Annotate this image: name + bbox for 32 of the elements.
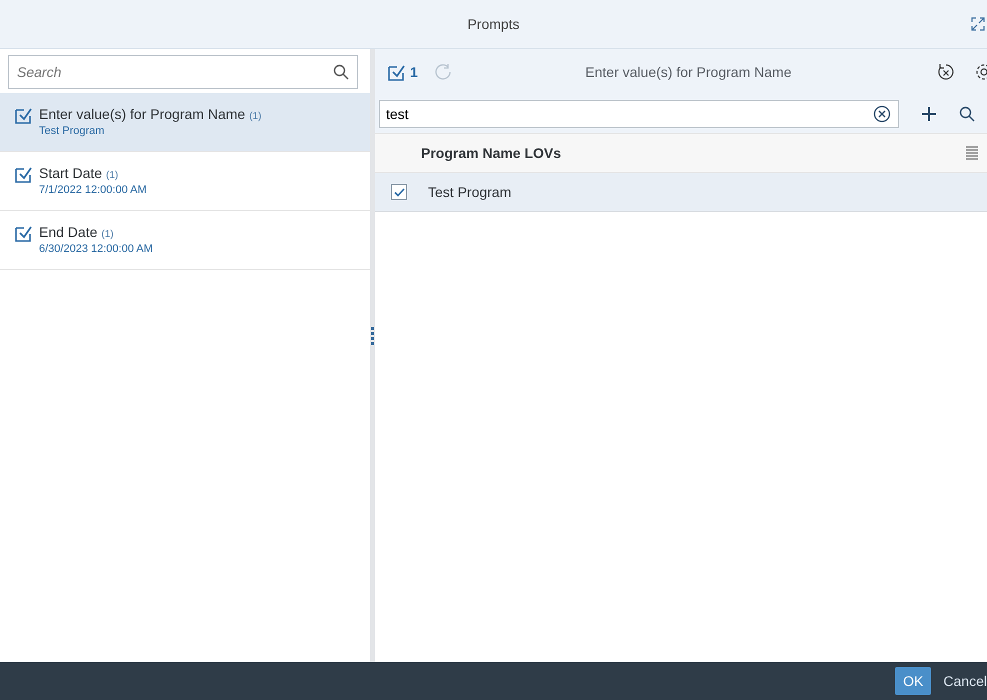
detail-title: Enter value(s) for Program Name xyxy=(584,64,792,80)
prompt-item[interactable]: Enter value(s) for Program Name (1) Test Program xyxy=(0,93,370,152)
prompt-value: Test Program xyxy=(39,125,106,137)
clear-icon[interactable] xyxy=(873,105,891,123)
selected-count-button[interactable]: 1 xyxy=(387,62,418,82)
search-field[interactable]: Search xyxy=(8,55,358,89)
prompt-title: End Date xyxy=(39,224,98,240)
prompt-title: Enter value(s) for Program Name xyxy=(39,106,246,122)
cancel-button[interactable]: Cancel xyxy=(935,667,987,695)
prompt-count: (1) xyxy=(101,229,114,240)
column-menu-icon[interactable] xyxy=(965,146,979,160)
expand-icon[interactable] xyxy=(971,17,985,31)
table-row[interactable]: Test Program xyxy=(375,173,987,212)
value-search-field[interactable]: test xyxy=(379,100,899,128)
selected-count: 1 xyxy=(410,64,418,80)
window-title: Prompts xyxy=(467,16,520,32)
checkbox-icon xyxy=(387,62,406,82)
search-icon[interactable] xyxy=(959,106,975,122)
row-checkbox[interactable] xyxy=(391,184,407,200)
prompt-count: (1) xyxy=(249,111,262,122)
prompt-value: 6/30/2023 12:00:00 AM xyxy=(39,243,153,255)
table-cell: Test Program xyxy=(428,184,512,200)
search-icon[interactable] xyxy=(333,64,349,80)
check-icon xyxy=(394,188,404,196)
clear-values-icon[interactable] xyxy=(937,63,955,81)
add-icon[interactable] xyxy=(921,106,937,122)
splitter-handle[interactable] xyxy=(370,49,375,662)
column-header: Program Name LOVs xyxy=(421,145,562,161)
grip-icon[interactable] xyxy=(371,326,374,344)
prompt-title: Start Date xyxy=(39,165,102,181)
prompt-value: 7/1/2022 12:00:00 AM xyxy=(39,184,147,196)
prompt-count: (1) xyxy=(106,170,118,181)
